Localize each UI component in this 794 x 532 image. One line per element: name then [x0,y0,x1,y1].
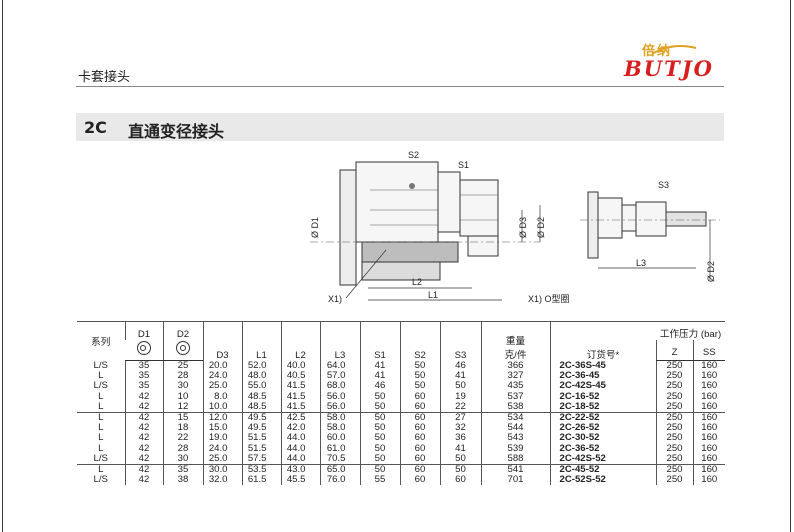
table-cell: 50 [359,453,400,465]
table-cell: 48.5 [241,401,281,413]
table-cell: 10.0 [202,401,242,413]
table-row: L/S 35 25 20.0 52.0 40.0 64.0 41 50 46 366 2C-36S-4… [77,360,726,372]
table-cell: 45.5 [280,475,320,486]
table-row: L 42 15 12.0 49.5 42.5 58.0 50 60 27 534 2C-22-52 25… [77,412,726,424]
table-row: L 35 28 24.0 48.0 40.5 57.0 41 50 41 327 2C-36-45 25… [77,370,726,382]
section-code: 2C [84,118,107,137]
label-d1: Ø D1 [310,217,320,238]
brand-logo: 倍纳 BUTJO [624,40,734,84]
table-row: L 42 22 19.0 51.5 44.0 60.0 50 60 36 543 2C-30-52 25… [77,433,726,444]
table-cell: 38 [162,475,203,486]
label-x1: X1) [328,294,342,304]
table-cell: 250 [655,453,693,465]
header-z: Z [655,340,693,361]
table-cell: 42 [124,401,163,413]
table-cell: 2C-52S-52 [549,475,656,486]
table-cell: 538 [480,401,550,413]
label-l3: L3 [636,258,646,268]
header-order-no: 订货号* [549,321,656,361]
table-cell: 41.5 [280,401,320,413]
table-cell: 160 [692,453,726,465]
header-l3: L3 [319,321,360,361]
label-l1: L1 [428,290,438,300]
fitting-technical-drawing: S2 S1 Ø D1 Ø D3 Ø D2 L2 L1 X1) X1) O型圈 S… [310,150,720,304]
header-series: 系列 [77,321,125,361]
label-d2-right: Ø D2 [706,261,716,282]
table-cell: 60 [399,475,440,486]
d2-ring-icon [162,340,203,361]
table-cell: 701 [480,475,550,486]
header-ss: SS [692,340,726,361]
header-weight: 重量 克/件 [480,321,550,361]
table-cell: L [98,400,104,412]
table-row: L 42 18 15.0 49.5 42.0 58.0 50 60 32 544 2C-26-52 25… [77,423,726,434]
header-d1: D1 [124,321,163,340]
table-cell: 588 [480,453,550,465]
table-cell: 56.0 [319,401,360,413]
table-cell: 60 [439,475,481,486]
table-cell: 57.5 [241,453,281,465]
table-cell: 250 [655,475,693,486]
spec-table: 系列 D1 D2 D3 L1 L2 L3 S1 S2 S3 重量 克/件 订货号… [77,321,726,486]
table-cell: 61.5 [241,475,281,486]
table-cell: 32.0 [202,475,242,486]
weight-label: 重量 克/件 [504,335,527,361]
d1-ring-icon [125,340,163,361]
table-row: L 42 35 30.0 53.5 43.0 65.0 50 60 50 541 2C-45-52 25… [77,464,726,476]
table-row: L 42 12 10.0 48.5 41.5 56.0 50 60 22 538 2C-18-52 25… [77,400,726,413]
table-cell: 42 [124,475,163,486]
label-d3: Ø D3 [518,217,528,238]
label-s2: S2 [408,150,419,160]
table-cell: 30 [162,453,203,465]
label-l2: L2 [412,277,422,287]
table-cell: 42 [124,453,163,465]
header-working-pressure: 工作压力 (bar) [656,321,726,340]
top-rule [76,86,724,87]
table-cell: 160 [692,475,726,486]
category-title: 卡套接头 [78,70,131,85]
table-cell: L/S [93,452,108,464]
table-cell: 44.0 [280,453,320,465]
table-cell: 76.0 [319,475,360,486]
label-s1: S1 [458,160,469,170]
table-cell: 25.0 [202,453,242,465]
table-cell: 2C-18-52 [549,401,656,413]
header-s1: S1 [359,321,400,361]
section-header: 2C 直通变径接头 [76,113,724,141]
logo-wordmark: BUTJO [624,56,714,81]
label-s3: S3 [658,180,669,190]
header-s2: S2 [399,321,440,361]
table-cell: 12 [162,401,203,413]
table-row: L 42 10 8.0 48.5 41.5 56.0 50 60 19 537 2C-16-52 250… [77,391,726,402]
table-cell: L/S [93,474,108,486]
table-row: L/S 42 38 32.0 61.5 45.5 76.0 55 60 60 701 2C-52S-5… [77,474,726,486]
label-d2: Ø D2 [536,217,546,238]
table-cell: 2C-42S-52 [549,453,656,465]
table-cell: 250 [655,401,693,413]
table-cell: 50 [439,453,481,465]
header-d3: D3 [202,321,242,361]
table-cell: 70.5 [319,453,360,465]
table-cell: 22 [439,401,481,413]
table-row: L/S 42 30 25.0 57.5 44.0 70.5 50 60 50 588 2C-42S-5… [77,452,726,465]
table-cell: 50 [359,401,400,413]
section-title: 直通变径接头 [128,122,225,141]
header-l2: L2 [280,321,320,361]
table-cell: 60 [399,401,440,413]
left-edge-line [2,0,3,532]
drawing-note: X1) O型圈 [528,294,570,304]
table-row: L/S 35 30 25.0 55.0 41.5 68.0 46 50 50 435 2C-42S-4… [77,381,726,392]
table-cell: 60 [399,453,440,465]
header-l1: L1 [241,321,281,361]
table-row: L 42 28 24.0 51.5 44.0 61.0 50 60 41 539 2C-36-52 25… [77,443,726,454]
header-s3: S3 [439,321,481,361]
table-cell: 160 [692,401,726,413]
table-cell: 55 [359,475,400,486]
right-edge-line [790,0,791,532]
header-d2: D2 [162,321,203,340]
